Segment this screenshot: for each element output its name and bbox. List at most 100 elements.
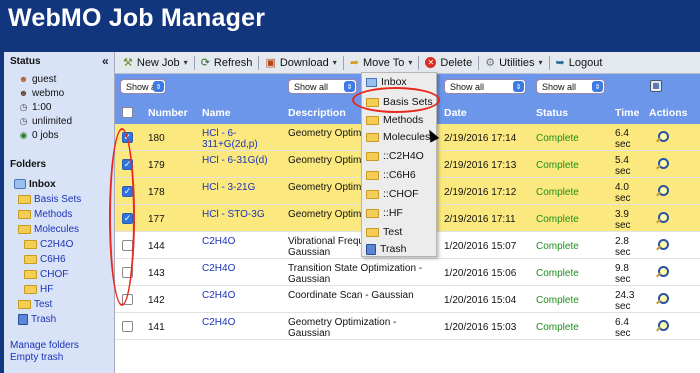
table-row[interactable]: 141 C2H4O Geometry Optimization - Gaussian…: [115, 313, 700, 340]
view-job-magnifier-icon[interactable]: [655, 320, 669, 332]
folders-heading: Folders: [10, 159, 47, 170]
menu-item-c6h6-label: ::C6H6: [383, 169, 416, 181]
select-arrow-icon: ⇕: [153, 81, 164, 92]
folder-basis-sets[interactable]: Basis Sets: [18, 193, 81, 205]
view-job-magnifier-icon[interactable]: [655, 239, 669, 251]
header-description[interactable]: Description: [288, 107, 346, 119]
job-time: 2.8 sec: [615, 236, 631, 258]
job-name-link[interactable]: HCl - 6-31G(d): [202, 155, 282, 166]
jobs-icon: ◉: [19, 129, 28, 140]
folder-methods-label[interactable]: Methods: [34, 209, 72, 220]
logout-label: Logout: [568, 56, 603, 69]
refresh-button[interactable]: ⟳ Refresh: [195, 56, 259, 70]
menu-item-molecules-label: Molecules: [383, 131, 431, 143]
utilities-button[interactable]: ⚙ Utilities ▾: [479, 56, 548, 70]
row-checkbox[interactable]: [122, 321, 133, 332]
header-status[interactable]: Status: [536, 107, 568, 119]
job-name-link[interactable]: C2H4O: [202, 290, 282, 301]
job-name-link[interactable]: HCl - 6- 311+G(2d,p): [202, 128, 282, 150]
job-description: Coordinate Scan - Gaussian: [288, 290, 414, 301]
job-date: 2/19/2016 17:12: [444, 187, 517, 198]
empty-trash-link[interactable]: Empty trash: [10, 352, 63, 363]
trash-icon: [366, 243, 376, 255]
delete-label: Delete: [440, 56, 473, 69]
folder-test-label[interactable]: Test: [34, 299, 52, 310]
job-number: 177: [148, 214, 165, 225]
folder-trash-label[interactable]: Trash: [31, 314, 56, 325]
header-number[interactable]: Number: [148, 107, 188, 119]
folder-inbox[interactable]: Inbox: [14, 178, 56, 190]
delete-button[interactable]: ✕ Delete: [419, 57, 478, 69]
manage-folders-link[interactable]: Manage folders: [10, 340, 79, 351]
download-button[interactable]: ▣ Download ▾: [259, 56, 342, 70]
menu-item-molecules[interactable]: Molecules: [366, 130, 430, 144]
number-filter-select[interactable]: Show all ⇕: [120, 79, 166, 94]
trash-icon: [18, 313, 28, 325]
folder-hf[interactable]: HF: [24, 283, 53, 295]
menu-item-c2h4o-label: ::C2H4O: [383, 150, 424, 162]
view-job-magnifier-icon[interactable]: [655, 131, 669, 143]
folder-c6h6[interactable]: C6H6: [24, 253, 66, 265]
delete-icon: ✕: [425, 57, 437, 68]
highlight-oval-checkboxes: [109, 128, 135, 306]
date-filter-select[interactable]: Show all ⇕: [444, 79, 526, 94]
header-time[interactable]: Time: [615, 107, 639, 119]
settings-icon[interactable]: ▦: [650, 80, 662, 92]
table-row[interactable]: 143 C2H4O Transition State Optimization - …: [115, 259, 700, 286]
job-date: 1/20/2016 15:06: [444, 268, 517, 279]
menu-item-c6h6[interactable]: ::C6H6: [366, 168, 416, 182]
move-to-button[interactable]: ➦ Move To ▾: [344, 56, 419, 70]
new-job-button[interactable]: ⚒ New Job ▾: [117, 56, 194, 70]
select-all-checkbox[interactable]: [122, 107, 133, 118]
status-filter-select[interactable]: Show all ⇕: [536, 79, 605, 94]
folder-icon: [366, 151, 379, 161]
refresh-label: Refresh: [213, 56, 253, 69]
folder-trash[interactable]: Trash: [18, 313, 56, 325]
view-job-magnifier-icon[interactable]: [655, 158, 669, 170]
view-job-magnifier-icon[interactable]: [655, 266, 669, 278]
menu-item-c2h4o[interactable]: ::C2H4O: [366, 149, 424, 163]
menu-item-test[interactable]: Test: [366, 225, 402, 239]
job-name-link[interactable]: C2H4O: [202, 236, 282, 247]
table-row[interactable]: 142 C2H4O Coordinate Scan - Gaussian 1/20/2…: [115, 286, 700, 313]
folder-molecules[interactable]: Molecules: [18, 223, 79, 235]
folder-c2h4o[interactable]: C2H4O: [24, 238, 73, 250]
status-user-text: guest: [32, 73, 57, 85]
folder-molecules-label[interactable]: Molecules: [34, 224, 79, 235]
job-number: 180: [148, 133, 165, 144]
status-user: ☻ guest: [18, 73, 57, 85]
folder-basis-sets-label[interactable]: Basis Sets: [34, 194, 81, 205]
folder-c2h4o-label[interactable]: C2H4O: [40, 239, 73, 250]
menu-item-trash-label: Trash: [380, 243, 407, 255]
description-filter-select[interactable]: Show all ⇕: [288, 79, 357, 94]
inbox-icon: [14, 179, 26, 189]
view-job-magnifier-icon[interactable]: [655, 293, 669, 305]
menu-item-methods[interactable]: Methods: [366, 113, 423, 127]
folder-c6h6-label[interactable]: C6H6: [40, 254, 66, 265]
folder-chof-label[interactable]: CHOF: [40, 269, 68, 280]
header-date[interactable]: Date: [444, 107, 467, 119]
chevron-down-icon: ▾: [538, 58, 543, 67]
job-name-link[interactable]: HCl - STO-3G: [202, 209, 282, 220]
collapse-sidebar-icon[interactable]: «: [102, 54, 109, 68]
app-window: « Status ☻ guest ☻ webmo ◷ 1:00 ◷ unlimi…: [4, 52, 700, 373]
folder-test[interactable]: Test: [18, 298, 52, 310]
view-job-magnifier-icon[interactable]: [655, 185, 669, 197]
new-job-label: New Job: [136, 56, 180, 69]
folder-inbox-label: Inbox: [29, 178, 56, 190]
header-name[interactable]: Name: [202, 107, 231, 119]
menu-item-trash[interactable]: Trash: [366, 242, 406, 256]
folder-methods[interactable]: Methods: [18, 208, 72, 220]
job-time: 6.4 sec: [615, 317, 631, 339]
folder-hf-label[interactable]: HF: [40, 284, 53, 295]
clock-icon: ◷: [19, 115, 28, 126]
job-name-link[interactable]: C2H4O: [202, 317, 282, 328]
folder-icon: [366, 170, 379, 180]
job-name-link[interactable]: HCl - 3-21G: [202, 182, 282, 193]
logout-button[interactable]: ➥ Logout: [550, 56, 609, 70]
job-name-link[interactable]: C2H4O: [202, 263, 282, 274]
menu-item-chof[interactable]: ::CHOF: [366, 187, 419, 201]
folder-chof[interactable]: CHOF: [24, 268, 68, 280]
menu-item-hf[interactable]: ::HF: [366, 206, 403, 220]
view-job-magnifier-icon[interactable]: [655, 212, 669, 224]
